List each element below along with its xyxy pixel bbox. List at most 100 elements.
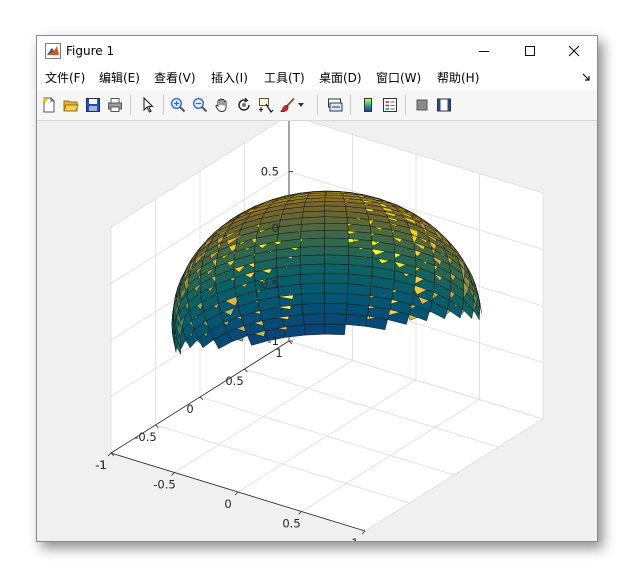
menu-help[interactable]: 帮助(H) <box>437 71 479 85</box>
x-tick-label: -0.5 <box>153 478 175 492</box>
surface-face <box>324 230 349 239</box>
link-plot-icon <box>328 98 343 112</box>
surface-face <box>324 323 346 335</box>
menu-edit[interactable]: 编辑(E) <box>99 71 140 85</box>
toolbar-separator <box>350 95 351 115</box>
menu-tools[interactable]: 工具(T) <box>264 71 305 85</box>
brush-button[interactable] <box>278 96 298 114</box>
y-tick-label: -0.5 <box>134 430 156 444</box>
surface-face <box>324 237 349 247</box>
surface-face <box>300 222 325 232</box>
close-button[interactable] <box>551 36 597 66</box>
save-button[interactable] <box>83 96 103 114</box>
surface-face <box>324 222 349 232</box>
surface-face <box>324 282 349 294</box>
surface-face <box>301 216 325 225</box>
surface-face <box>300 282 325 295</box>
new-figure-icon <box>43 97 55 113</box>
y-tick-label: 1 <box>275 346 282 360</box>
z-tick-label: 1 <box>272 121 279 122</box>
edit-plot-button[interactable] <box>138 96 158 114</box>
legend-button[interactable] <box>380 96 400 114</box>
open-file-button[interactable] <box>61 96 81 114</box>
colorbar-button[interactable] <box>358 96 378 114</box>
save-icon <box>86 98 100 112</box>
matlab-app-icon <box>45 43 61 59</box>
link-plot-button[interactable] <box>325 96 345 114</box>
brush-dropdown-icon <box>298 103 304 107</box>
menu-bar: 文件(F) 编辑(E) 查看(V) 插入(I) 工具(T) 桌面(D) 窗口(W… <box>37 66 597 90</box>
menu-file[interactable]: 文件(F) <box>45 71 85 85</box>
surface-face <box>324 254 349 265</box>
data-cursor-icon <box>259 98 274 113</box>
surface-face <box>300 273 325 285</box>
surface-face <box>302 313 325 326</box>
menu-view[interactable]: 查看(V) <box>154 71 196 85</box>
dock-arrow-icon[interactable] <box>581 72 591 82</box>
x-tick-label: 0.5 <box>282 517 300 531</box>
surface-face <box>299 237 325 248</box>
toolbar-separator <box>163 95 164 115</box>
surface-face <box>303 323 326 336</box>
brush-icon <box>280 97 295 112</box>
surface-face <box>324 216 348 225</box>
z-tick-label: -0.5 <box>257 278 279 292</box>
surface-face <box>324 245 349 256</box>
print-icon <box>108 98 122 112</box>
surface-face <box>300 230 325 240</box>
hide-plot-tools-icon <box>416 99 428 111</box>
figure-window: Figure 1 文件(F) 编辑(E) 查看(V) 插入(I) 工具(T) 桌… <box>36 35 598 542</box>
show-plot-tools-icon <box>437 98 451 112</box>
axes-3d[interactable]: -1-1-1-0.5-0.5-0.50000.50.50.5111 <box>37 108 597 541</box>
pan-button[interactable] <box>212 96 232 114</box>
x-tick-mark <box>107 452 112 457</box>
title-bar[interactable]: Figure 1 <box>37 36 597 66</box>
rotate-3d-button[interactable] <box>234 96 254 114</box>
colorbar-icon <box>364 98 372 112</box>
rotate-3d-icon <box>238 97 250 111</box>
x-tick-label: 0 <box>224 497 231 511</box>
figure-canvas[interactable]: -1-1-1-0.5-0.5-0.50000.50.50.5111 <box>37 108 597 541</box>
menu-insert[interactable]: 插入(I) <box>211 71 248 85</box>
minimize-icon <box>479 51 489 52</box>
surface-face <box>325 190 340 193</box>
figure-toolbar <box>37 90 597 121</box>
surface-face <box>299 254 325 266</box>
legend-icon <box>383 98 397 112</box>
menu-desktop[interactable]: 桌面(D) <box>319 71 362 85</box>
maximize-button[interactable] <box>507 36 553 66</box>
zoom-in-button[interactable] <box>168 96 188 114</box>
surface-face <box>301 302 325 315</box>
surface-face <box>301 292 325 305</box>
zoom-in-icon <box>170 97 186 113</box>
surface-face <box>324 302 348 315</box>
hide-plot-tools-button[interactable] <box>412 96 432 114</box>
surface-face <box>324 313 347 325</box>
z-tick-label: 0 <box>272 221 279 235</box>
x-tick-mark <box>361 530 366 535</box>
window-title: Figure 1 <box>66 44 115 58</box>
close-icon <box>568 45 580 57</box>
new-figure-button[interactable] <box>39 96 59 114</box>
x-tick-mark <box>234 491 239 496</box>
show-plot-tools-button[interactable] <box>434 96 454 114</box>
surface-face <box>324 273 349 284</box>
y-tick-label: 0.5 <box>225 374 243 388</box>
minimize-button[interactable] <box>461 36 507 66</box>
zoom-out-icon <box>192 97 208 113</box>
pan-hand-icon <box>215 98 227 112</box>
data-cursor-button[interactable] <box>256 96 276 114</box>
x-tick-label: 1 <box>351 536 358 541</box>
edit-plot-arrow-icon <box>143 97 154 113</box>
maximize-icon <box>525 46 535 56</box>
surface-face <box>324 210 348 218</box>
print-button[interactable] <box>105 96 125 114</box>
surface-face <box>324 263 349 275</box>
surface-face <box>299 245 325 257</box>
menu-window[interactable]: 窗口(W) <box>376 71 421 85</box>
x-tick-mark <box>298 511 302 515</box>
surface-face <box>299 263 325 275</box>
zoom-out-button[interactable] <box>190 96 210 114</box>
brush-dropdown-button[interactable] <box>296 96 306 114</box>
toolbar-separator <box>317 95 318 115</box>
